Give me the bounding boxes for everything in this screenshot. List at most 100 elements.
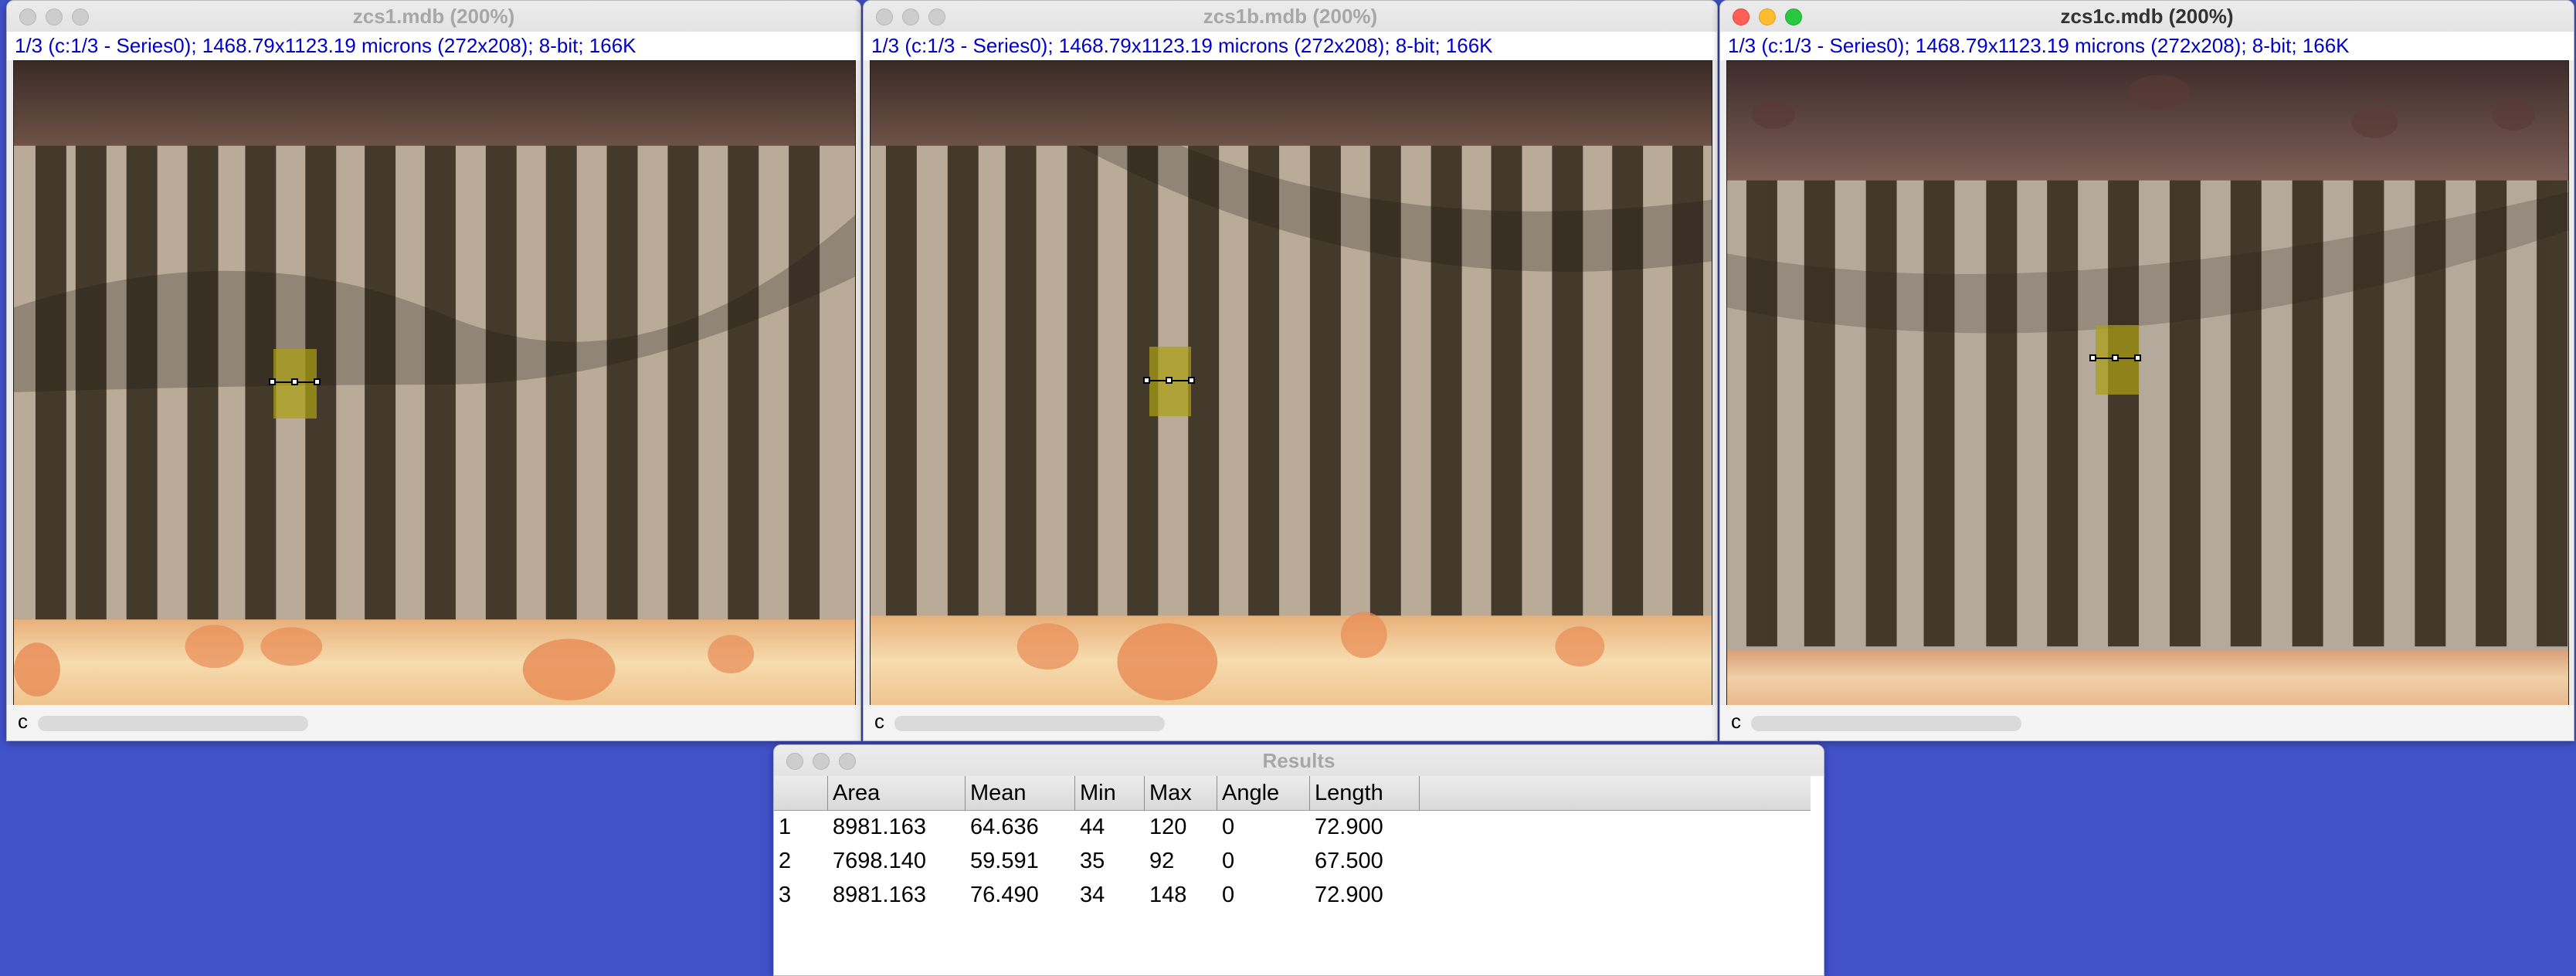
electrode-stripe — [1865, 107, 1897, 647]
electrode-stripe — [1986, 107, 2018, 647]
electrode-stripe — [2047, 107, 2079, 647]
image-window-zcs1[interactable]: zcs1.mdb (200%) 1/3 (c:1/3 - Series0); 1… — [6, 0, 861, 741]
channel-label: c — [1731, 710, 1741, 733]
min-value: 34 — [1080, 883, 1105, 907]
results-window[interactable]: Results Area Mean Min Max Angle Length 1… — [773, 744, 1824, 976]
window-title: Results — [1262, 749, 1336, 772]
line-handle-left[interactable] — [269, 378, 276, 385]
electrode-stripe — [1612, 107, 1644, 647]
window-title: zcs1.mdb (200%) — [352, 5, 515, 28]
electrode-stripe — [2292, 107, 2323, 647]
channel-bar: c — [7, 705, 860, 740]
max-value: 120 — [1149, 815, 1187, 839]
electrode-stripe — [2230, 107, 2262, 647]
channel-slider[interactable] — [894, 716, 1165, 731]
angle-value: 0 — [1222, 849, 1235, 873]
mean-value: 64.636 — [970, 815, 1039, 839]
electrode-stripe — [1923, 107, 1955, 647]
electrode-stripe — [1491, 107, 1522, 647]
channel-label: c — [874, 710, 884, 733]
channel-bar: c — [864, 705, 1717, 740]
image-window-zcs1b[interactable]: zcs1b.mdb (200%) 1/3 (c:1/3 - Series0); … — [863, 0, 1718, 741]
electrode-stripe — [947, 107, 979, 647]
length-value: 72.900 — [1315, 815, 1383, 839]
electrode-stripe — [1431, 107, 1462, 647]
table-row[interactable]: 2 7698.140 59.591 35 92 0 67.500 — [774, 844, 1811, 878]
column-header-max[interactable]: Max — [1145, 776, 1217, 810]
image-canvas[interactable] — [870, 60, 1712, 706]
title-bar[interactable]: zcs1b.mdb (200%) — [864, 1, 1717, 32]
column-header-min[interactable]: Min — [1075, 776, 1145, 810]
electrode-stripe — [789, 107, 820, 647]
channel-label: c — [18, 710, 28, 733]
area-value: 8981.163 — [833, 883, 926, 907]
column-header-area[interactable]: Area — [828, 776, 966, 810]
line-handle-right[interactable] — [314, 378, 321, 385]
row-index: 3 — [779, 883, 792, 907]
area-value: 7698.140 — [833, 849, 926, 873]
electrode-stripe — [667, 107, 699, 647]
row-index: 2 — [779, 849, 792, 873]
electrode-stripe — [1746, 107, 1777, 647]
microscope-image — [1727, 61, 2568, 705]
line-handle-left[interactable] — [2089, 354, 2096, 361]
max-value: 148 — [1149, 883, 1187, 907]
angle-value: 0 — [1222, 883, 1235, 907]
microscope-image — [14, 61, 855, 705]
electrode-stripe — [885, 107, 917, 647]
results-header-row: Area Mean Min Max Angle Length — [774, 776, 1811, 811]
column-header-angle[interactable]: Angle — [1217, 776, 1310, 810]
electrode-stripe — [2415, 107, 2446, 647]
window-title: zcs1b.mdb (200%) — [1203, 5, 1378, 28]
length-value: 72.900 — [1315, 883, 1383, 907]
angle-value: 0 — [1222, 815, 1235, 839]
image-info-bar: 1/3 (c:1/3 - Series0); 1468.79x1123.19 m… — [1720, 32, 2574, 60]
image-canvas[interactable] — [1726, 60, 2569, 706]
image-info-bar: 1/3 (c:1/3 - Series0); 1468.79x1123.19 m… — [864, 32, 1717, 60]
area-value: 8981.163 — [833, 815, 926, 839]
line-handle-left[interactable] — [1143, 377, 1150, 384]
title-bar[interactable]: zcs1c.mdb (200%) — [1720, 1, 2574, 32]
channel-bar: c — [1720, 705, 2574, 740]
min-value: 35 — [1080, 849, 1105, 873]
electrode-stripe — [545, 107, 577, 647]
electrode-stripe — [1369, 107, 1401, 647]
electrode-stripe — [2537, 107, 2568, 647]
image-info-bar: 1/3 (c:1/3 - Series0); 1468.79x1123.19 m… — [7, 32, 860, 60]
table-row[interactable]: 1 8981.163 64.636 44 120 0 72.900 — [774, 810, 1811, 844]
microscope-image — [871, 61, 1712, 705]
table-row[interactable]: 3 8981.163 76.490 34 148 0 72.900 — [774, 878, 1811, 912]
results-table[interactable]: Area Mean Min Max Angle Length 1 8981.163… — [774, 776, 1824, 975]
row-index: 1 — [779, 815, 792, 839]
column-header-index[interactable] — [774, 776, 828, 810]
electrode-stripe — [1672, 107, 1704, 647]
channel-slider[interactable] — [1751, 716, 2021, 731]
electrode-stripe — [606, 107, 638, 647]
line-handle-right[interactable] — [2134, 354, 2141, 361]
electrode-stripe — [728, 107, 759, 647]
electrode-stripe — [2169, 107, 2201, 647]
line-handle-right[interactable] — [1188, 377, 1195, 384]
image-window-zcs1c[interactable]: zcs1c.mdb (200%) 1/3 (c:1/3 - Series0); … — [1719, 0, 2574, 741]
column-header-mean[interactable]: Mean — [966, 776, 1075, 810]
title-bar[interactable]: Results — [774, 745, 1824, 777]
line-handle-center[interactable] — [291, 378, 298, 385]
channel-slider[interactable] — [38, 716, 308, 731]
line-handle-center[interactable] — [1166, 377, 1173, 384]
max-value: 92 — [1149, 849, 1175, 873]
electrode-stripe — [1005, 107, 1037, 647]
image-canvas[interactable] — [13, 60, 856, 706]
mean-value: 76.490 — [970, 883, 1039, 907]
electrode-stripe — [1804, 107, 1835, 647]
window-title: zcs1c.mdb (200%) — [2060, 5, 2234, 28]
title-bar[interactable]: zcs1.mdb (200%) — [7, 1, 860, 32]
electrode-stripe — [1067, 107, 1098, 647]
length-value: 67.500 — [1315, 849, 1383, 873]
line-handle-center[interactable] — [2112, 354, 2119, 361]
mean-value: 59.591 — [970, 849, 1039, 873]
column-header-length[interactable]: Length — [1310, 776, 1420, 810]
electrode-stripe — [2353, 107, 2384, 647]
min-value: 44 — [1080, 815, 1105, 839]
electrode-stripe — [2476, 107, 2507, 647]
electrode-stripe — [1552, 107, 1583, 647]
